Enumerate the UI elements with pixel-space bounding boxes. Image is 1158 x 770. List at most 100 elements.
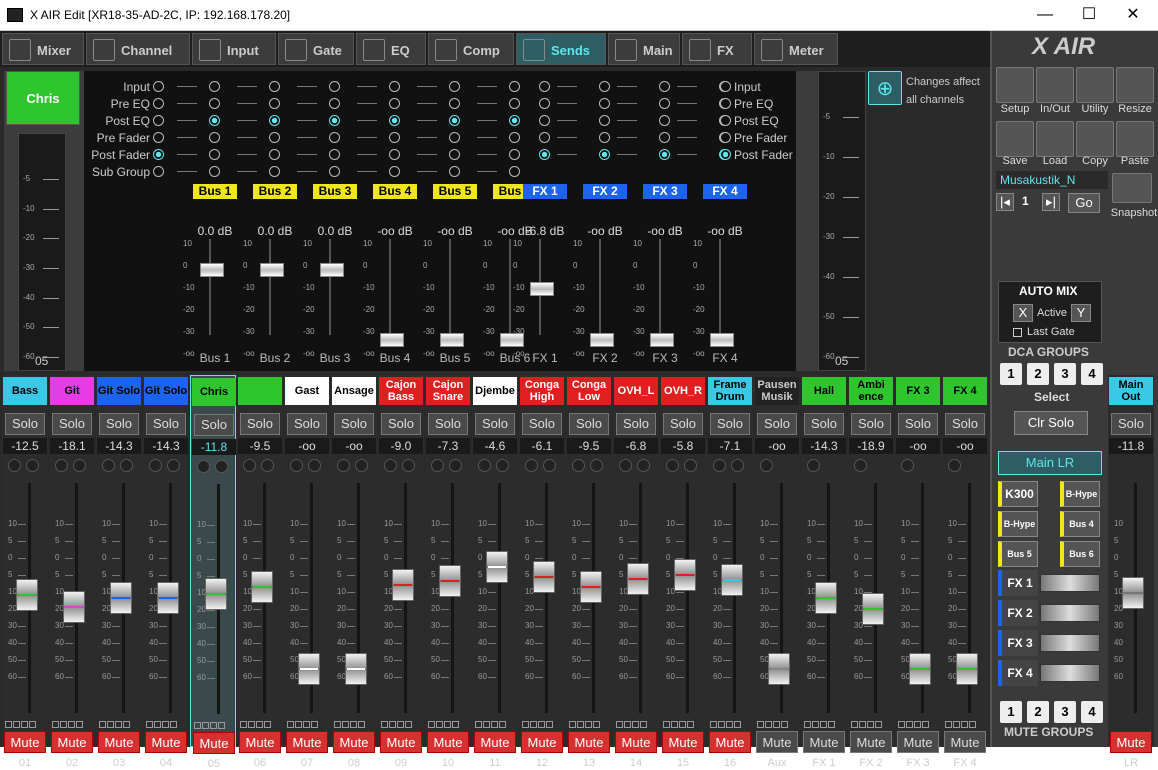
dca-assign-button[interactable]: Bus 5 <box>998 541 1038 567</box>
dca-assign-button[interactable]: K300 <box>998 481 1038 507</box>
tab-main[interactable]: Main <box>608 33 680 65</box>
mute-button[interactable]: Mute <box>474 731 516 753</box>
channel-fader[interactable]: 10 5 0 5 10 20 30 40 50 60 <box>664 483 702 715</box>
mute-button[interactable]: Mute <box>944 731 986 753</box>
solo-button[interactable]: Solo <box>569 413 609 435</box>
strip-name[interactable]: Cajon Bass <box>379 377 423 405</box>
bus1-tap-radio[interactable] <box>153 98 164 109</box>
paste-icon[interactable] <box>1116 121 1154 157</box>
fx-slot-button[interactable]: FX 1 <box>998 570 1038 596</box>
solo-button[interactable]: Solo <box>522 413 562 435</box>
fx-right-tap-radio[interactable] <box>720 132 731 143</box>
close-button[interactable]: ✕ <box>1113 4 1153 26</box>
tab-input[interactable]: Input <box>192 33 276 65</box>
solo-button[interactable]: Solo <box>99 413 139 435</box>
mute-group-button[interactable]: 3 <box>1054 701 1076 723</box>
fader-knob[interactable] <box>909 653 931 685</box>
strip-name[interactable]: Ansage <box>332 377 376 405</box>
fx-badge[interactable]: FX 4 <box>703 184 747 199</box>
send-fader-knob[interactable] <box>320 263 344 277</box>
fx-thumbnail[interactable] <box>1040 634 1100 652</box>
strip-name[interactable]: OVH_L <box>614 377 658 405</box>
send-fader-knob[interactable] <box>260 263 284 277</box>
bus-tap-radio[interactable] <box>269 149 280 160</box>
fx-right-tap-radio[interactable] <box>720 81 731 92</box>
solo-button[interactable]: Solo <box>475 413 515 435</box>
bus1-tap-radio[interactable] <box>153 166 164 177</box>
automix-x-button[interactable]: X <box>1013 304 1033 322</box>
send-fader-knob[interactable] <box>440 333 464 347</box>
bus-tap-radio[interactable] <box>389 166 400 177</box>
solo-button[interactable]: Solo <box>804 413 844 435</box>
main-fader-knob[interactable] <box>1122 577 1144 609</box>
fx-badge[interactable]: FX 1 <box>523 184 567 199</box>
mute-button[interactable]: Mute <box>380 731 422 753</box>
solo-button[interactable]: Solo <box>616 413 656 435</box>
mute-button[interactable]: Mute <box>662 731 704 753</box>
arrows-icon[interactable] <box>1036 67 1074 103</box>
fx-tap-radio[interactable] <box>539 98 550 109</box>
clr-solo-button[interactable]: Clr Solo <box>1014 411 1088 435</box>
folder-icon[interactable] <box>1036 121 1074 157</box>
next-snapshot-button[interactable]: ▸| <box>1042 193 1060 211</box>
main-fader[interactable]: 10 5 0 5 10 20 30 40 50 60 <box>1112 483 1150 715</box>
send-fader-knob[interactable] <box>380 333 404 347</box>
solo-button[interactable]: Solo <box>240 413 280 435</box>
copy-icon[interactable] <box>1076 121 1114 157</box>
send-fader[interactable]: 10 0 -10 -20 -30 -oo <box>693 239 734 358</box>
tab-eq[interactable]: EQ <box>356 33 426 65</box>
channel-fader[interactable]: 10 5 0 5 10 20 30 40 50 60 <box>429 483 467 715</box>
fader-knob[interactable] <box>862 593 884 625</box>
strip-name[interactable]: Ambi ence <box>849 377 893 405</box>
fx-badge[interactable]: FX 2 <box>583 184 627 199</box>
strip-name[interactable]: Git <box>50 377 94 405</box>
mute-button[interactable]: Mute <box>803 731 845 753</box>
send-fader[interactable]: 10 0 -10 -20 -30 -oo <box>363 239 404 358</box>
bus-tap-radio[interactable] <box>329 149 340 160</box>
mute-button[interactable]: Mute <box>193 732 235 754</box>
strip-name[interactable] <box>238 377 282 405</box>
bus-tap-radio[interactable] <box>389 98 400 109</box>
mute-button[interactable]: Mute <box>850 731 892 753</box>
fader-knob[interactable] <box>205 578 227 610</box>
bus-tap-radio[interactable] <box>389 132 400 143</box>
strip-name[interactable]: Conga Low <box>567 377 611 405</box>
mute-button[interactable]: Mute <box>333 731 375 753</box>
bus-tap-radio[interactable] <box>509 115 520 126</box>
strip-name[interactable]: Bass <box>3 377 47 405</box>
bus-tap-radio[interactable] <box>269 132 280 143</box>
solo-button[interactable]: Solo <box>287 413 327 435</box>
snapshot-name[interactable]: Musakustik_N <box>996 171 1108 189</box>
fx-tap-radio[interactable] <box>659 115 670 126</box>
mute-group-button[interactable]: 4 <box>1081 701 1103 723</box>
bus-tap-radio[interactable] <box>209 98 220 109</box>
bus1-tap-radio[interactable] <box>153 132 164 143</box>
bus-tap-radio[interactable] <box>389 115 400 126</box>
channel-fader[interactable]: 10 5 0 5 10 20 30 40 50 60 <box>6 483 44 715</box>
bus-tap-radio[interactable] <box>389 81 400 92</box>
fader-knob[interactable] <box>580 571 602 603</box>
tab-gate[interactable]: Gate <box>278 33 354 65</box>
tab-fx[interactable]: FX <box>682 33 752 65</box>
fx-tap-radio[interactable] <box>659 81 670 92</box>
fx-badge[interactable]: FX 3 <box>643 184 687 199</box>
bus-tap-radio[interactable] <box>449 166 460 177</box>
dca-group-button[interactable]: 2 <box>1027 363 1049 385</box>
bus-tap-radio[interactable] <box>269 115 280 126</box>
strip-name[interactable]: Chris <box>192 378 236 406</box>
solo-button[interactable]: Solo <box>334 413 374 435</box>
bus-tap-radio[interactable] <box>329 81 340 92</box>
channel-fader[interactable]: 10 5 0 5 10 20 30 40 50 60 <box>946 483 984 715</box>
mute-button[interactable]: Mute <box>145 731 187 753</box>
bus1-tap-radio[interactable] <box>153 115 164 126</box>
strip-name[interactable]: Git Solo <box>144 377 188 405</box>
bus-tap-radio[interactable] <box>329 132 340 143</box>
solo-button[interactable]: Solo <box>146 413 186 435</box>
bus-badge[interactable]: Bus 5 <box>433 184 477 199</box>
mute-button[interactable]: Mute <box>4 731 46 753</box>
bus-tap-radio[interactable] <box>209 81 220 92</box>
strip-name[interactable]: Frame Drum <box>708 377 752 405</box>
mute-button[interactable]: Mute <box>286 731 328 753</box>
main-solo-button[interactable]: Solo <box>1111 413 1151 435</box>
fx-right-tap-radio[interactable] <box>720 115 731 126</box>
